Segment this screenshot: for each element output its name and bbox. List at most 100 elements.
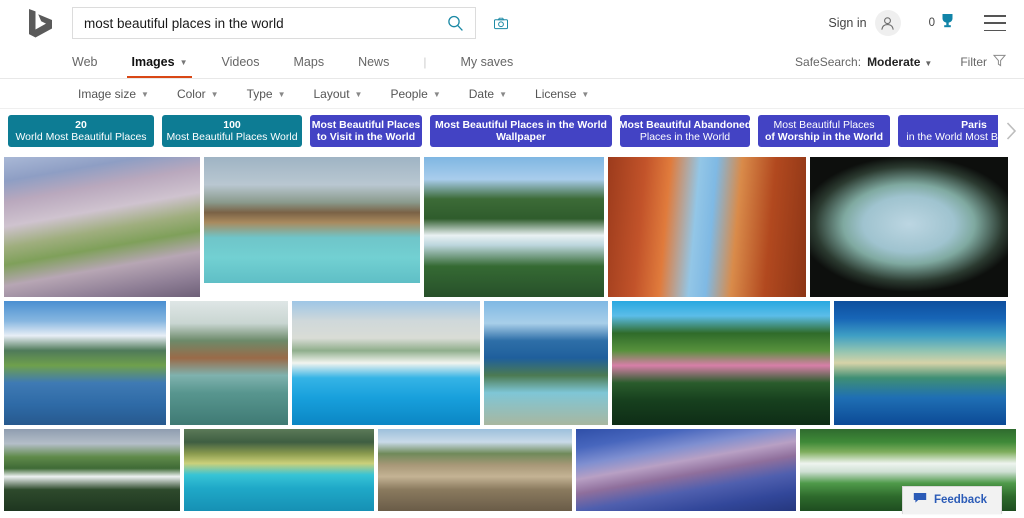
safesearch-dropdown[interactable]: Moderate ▼ [867, 55, 932, 69]
avatar[interactable] [875, 10, 901, 36]
chip-line-1: Most Beautiful Places [312, 119, 421, 131]
seljalandsfoss-image [4, 429, 180, 511]
image-result-tile[interactable] [608, 157, 806, 297]
chevron-down-icon: ▼ [433, 90, 441, 99]
nav-divider: | [423, 55, 426, 78]
filter-type[interactable]: Type▼ [247, 87, 286, 101]
safesearch-value: Moderate [867, 55, 920, 69]
related-search-chip[interactable]: Most Beautiful Placesto Visit in the Wor… [310, 115, 422, 147]
filter-date-label: Date [469, 87, 494, 101]
rewards-count: 0 [929, 17, 935, 29]
filter-date[interactable]: Date ▼ [469, 87, 507, 101]
image-result-tile[interactable] [4, 157, 200, 297]
tab-news-label: News [358, 55, 389, 69]
image-filter-bar: Image size▼ Color▼ Type▼ Layout▼ People▼… [0, 79, 1024, 109]
filter-color[interactable]: Color▼ [177, 87, 219, 101]
camera-icon[interactable] [488, 10, 514, 36]
related-searches-bar: 20World Most Beautiful Places100Most Bea… [0, 109, 1024, 153]
chip-line-1: Paris [961, 119, 987, 131]
related-search-chip[interactable]: 100Most Beautiful Places World [162, 115, 302, 147]
feedback-label: Feedback [934, 494, 987, 506]
image-result-tile[interactable] [810, 157, 1008, 297]
halong-bay-cave-image [810, 157, 1008, 297]
image-results-row [0, 429, 1024, 511]
header-actions: Sign in 0 [828, 0, 1006, 46]
filter-license[interactable]: License▼ [535, 87, 589, 101]
tab-news[interactable]: News [358, 55, 389, 78]
funnel-icon [993, 54, 1006, 70]
image-result-tile[interactable] [378, 429, 572, 511]
tab-videos-label: Videos [222, 55, 260, 69]
image-result-tile[interactable] [4, 429, 180, 511]
related-search-chip[interactable]: 20World Most Beautiful Places [8, 115, 154, 147]
tab-my-saves[interactable]: My saves [460, 55, 513, 78]
reef-island-image [834, 301, 1006, 425]
image-result-tile[interactable] [612, 301, 830, 425]
image-results-row [0, 157, 1024, 297]
chevron-down-icon: ▼ [141, 90, 149, 99]
related-search-chip[interactable]: Most Beautiful Places in the WorldWallpa… [430, 115, 612, 147]
related-searches-track: 20World Most Beautiful Places100Most Bea… [0, 115, 1024, 147]
safesearch-label: SafeSearch: [795, 55, 861, 69]
blue-mountain-image [576, 429, 796, 511]
chevron-down-icon: ▼ [924, 59, 932, 68]
tab-web-label: Web [72, 55, 97, 69]
hamburger-menu-icon[interactable] [984, 15, 1006, 31]
chevron-down-icon: ▼ [499, 90, 507, 99]
chip-line-1: 20 [75, 119, 87, 131]
tab-maps-label: Maps [294, 55, 325, 69]
chevron-down-icon: ▼ [180, 59, 188, 67]
filter-people[interactable]: People▼ [390, 87, 440, 101]
filter-label: Filter [960, 55, 987, 69]
image-result-tile[interactable] [184, 429, 374, 511]
chevron-down-icon: ▼ [278, 90, 286, 99]
castle-lake-image [4, 301, 166, 425]
chevron-down-icon: ▼ [581, 90, 589, 99]
image-results-row [0, 301, 1024, 425]
tab-videos[interactable]: Videos [222, 55, 260, 78]
sign-in-link[interactable]: Sign in [828, 16, 866, 30]
chip-line-2: World Most Beautiful Places [15, 131, 146, 143]
tab-images[interactable]: Images ▼ [131, 55, 187, 78]
tab-maps[interactable]: Maps [294, 55, 325, 78]
chevron-right-icon[interactable] [998, 115, 1024, 147]
tab-my-saves-label: My saves [460, 55, 513, 69]
overwater-bungalows-image [204, 157, 420, 283]
related-search-chip[interactable]: Most Beautiful Placesof Worship in the W… [758, 115, 890, 147]
filter-image-size[interactable]: Image size▼ [78, 87, 149, 101]
chevron-down-icon: ▼ [355, 90, 363, 99]
chip-line-2: Wallpaper [496, 131, 546, 143]
search-input[interactable] [73, 8, 435, 38]
tab-web[interactable]: Web [72, 55, 97, 78]
image-result-tile[interactable] [834, 301, 1006, 425]
search-box[interactable] [72, 7, 476, 39]
image-result-tile[interactable] [576, 429, 796, 511]
autumn-lake-image [170, 301, 288, 425]
rewards-button[interactable]: 0 [929, 12, 956, 34]
bing-logo-icon[interactable] [24, 6, 58, 40]
spring-garden-image [612, 301, 830, 425]
filter-button[interactable]: Filter [960, 54, 1006, 70]
chip-line-1: 100 [223, 119, 241, 131]
filter-layout[interactable]: Layout▼ [314, 87, 363, 101]
image-result-tile[interactable] [4, 301, 166, 425]
image-result-tile[interactable] [204, 157, 420, 283]
image-result-tile[interactable] [484, 301, 608, 425]
main-navigation: Web Images ▼ Videos Maps News | My saves… [0, 46, 1024, 79]
nav-tabs: Web Images ▼ Videos Maps News | My saves [72, 45, 547, 78]
slot-canyon-image [608, 157, 806, 297]
feedback-button[interactable]: Feedback [902, 486, 1002, 514]
turquoise-lake-image [184, 429, 374, 511]
related-search-chip[interactable]: Most Beautiful AbandonedPlaces in the Wo… [620, 115, 750, 147]
image-result-tile[interactable] [292, 301, 480, 425]
chip-line-2: of Worship in the World [765, 131, 883, 143]
nav-right-controls: SafeSearch: Moderate ▼ Filter [795, 54, 1006, 78]
image-result-tile[interactable] [170, 301, 288, 425]
image-result-tile[interactable] [424, 157, 604, 297]
search-icon[interactable] [435, 8, 475, 38]
rice-terraces-image [4, 157, 200, 297]
page-header: Sign in 0 [0, 0, 1024, 46]
chip-line-2: to Visit in the World [317, 131, 415, 143]
chevron-down-icon: ▼ [211, 90, 219, 99]
coastal-cliffs-image [484, 301, 608, 425]
